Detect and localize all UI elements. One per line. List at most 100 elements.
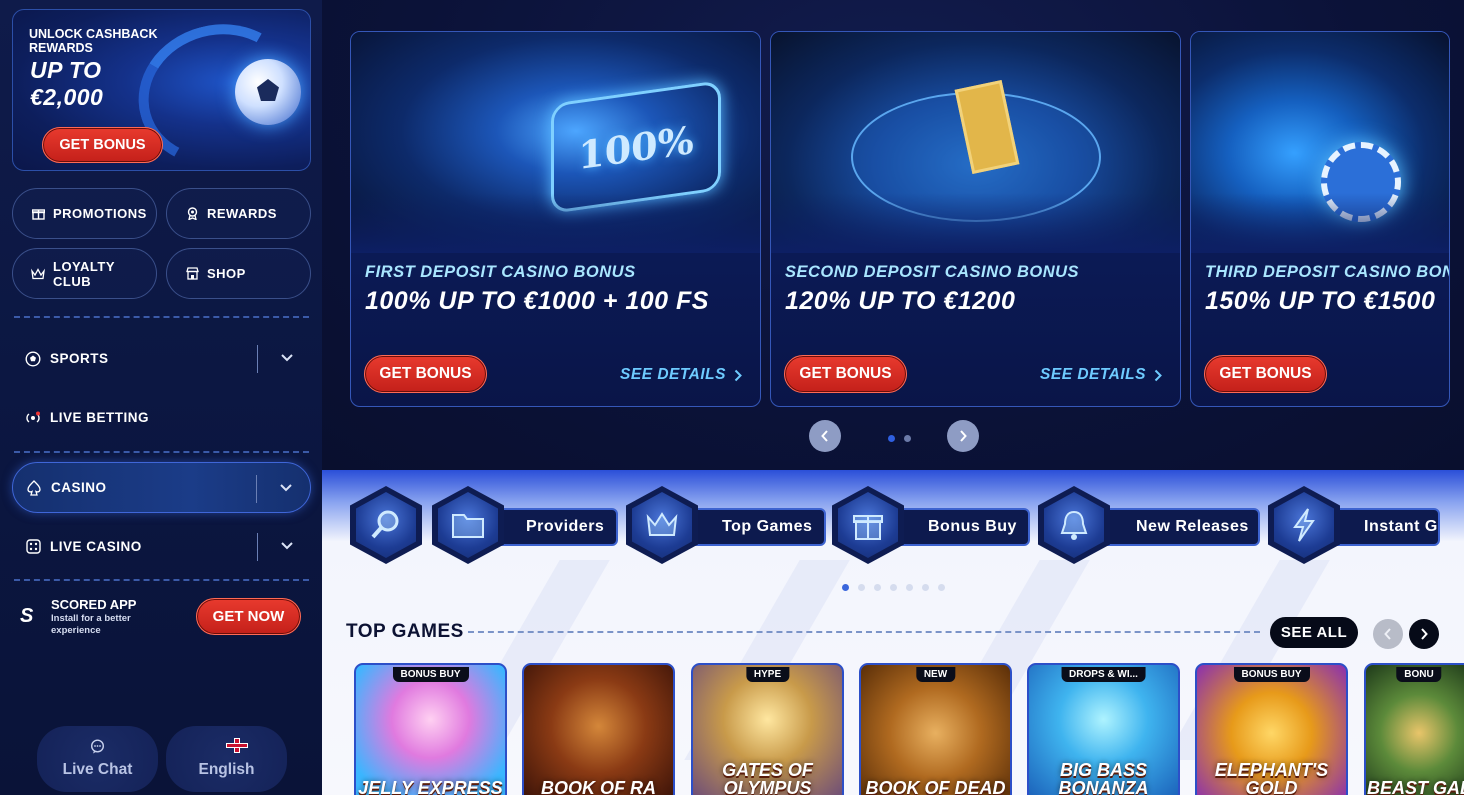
game-tile[interactable]: BOOK OF RA: [522, 663, 675, 795]
dice-icon: [24, 538, 42, 556]
category-dot[interactable]: [906, 584, 913, 591]
divider: [14, 579, 309, 581]
games-next-button[interactable]: [1409, 619, 1439, 649]
game-tile[interactable]: NEW BOOK OF DEAD: [859, 663, 1012, 795]
chevron-down-icon[interactable]: [279, 538, 295, 554]
game-title: BOOK OF RA: [541, 778, 656, 795]
category-dot[interactable]: [874, 584, 881, 591]
soccer-ball-graphic: [235, 59, 301, 125]
section-title: TOP GAMES: [346, 621, 464, 642]
category-dot-active[interactable]: [842, 584, 849, 591]
category-top-games-icon[interactable]: [626, 486, 698, 564]
promo-get-bonus-button[interactable]: GET BONUS: [784, 355, 907, 393]
game-tile[interactable]: BONUS BUY JELLY EXPRESS: [354, 663, 507, 795]
promo-card-second-deposit[interactable]: SECOND DEPOSIT CASINO BONUS 120% UP TO €…: [770, 31, 1181, 407]
category-dot[interactable]: [890, 584, 897, 591]
casino-chip-graphic: [1321, 142, 1401, 222]
live-chat-label: Live Chat: [62, 761, 133, 778]
category-dot[interactable]: [858, 584, 865, 591]
chevron-left-icon: [821, 430, 828, 442]
game-title: JELLY EXPRESS: [358, 778, 503, 795]
promo-get-bonus-button[interactable]: GET BONUS: [1204, 355, 1327, 393]
game-title: BOOK OF DEAD: [865, 778, 1006, 795]
category-label: Providers: [526, 518, 605, 535]
category-dot[interactable]: [938, 584, 945, 591]
sidebar-item-casino[interactable]: CASINO: [12, 462, 311, 513]
see-details-label: SEE DETAILS: [620, 366, 726, 383]
promo-offer: 100% UP TO €1000 + 100 FS: [365, 287, 709, 315]
carousel-prev-button[interactable]: [809, 420, 841, 452]
chat-bubble-icon: [90, 739, 105, 755]
divider: [257, 345, 258, 373]
rewards-label: REWARDS: [207, 206, 277, 221]
language-selector[interactable]: English: [166, 726, 287, 792]
live-betting-label: LIVE BETTING: [50, 410, 150, 425]
chevron-right-icon: [1154, 369, 1162, 381]
game-badge: NEW: [915, 667, 956, 682]
see-all-button[interactable]: SEE ALL: [1270, 617, 1358, 648]
category-dot[interactable]: [922, 584, 929, 591]
cashback-banner[interactable]: UNLOCK CASHBACK REWARDS UP TO €2,000 GET…: [12, 9, 311, 171]
carousel-dot-active[interactable]: [888, 435, 895, 442]
casino-app: UNLOCK CASHBACK REWARDS UP TO €2,000 GET…: [0, 0, 1464, 795]
rewards-button[interactable]: REWARDS: [166, 188, 311, 239]
game-title: ELEPHANT'S GOLD: [1214, 760, 1329, 795]
cashback-get-bonus-button[interactable]: GET BONUS: [42, 127, 163, 163]
games-prev-button[interactable]: [1373, 619, 1403, 649]
divider: [14, 451, 309, 453]
sidebar-item-sports[interactable]: SPORTS: [12, 333, 311, 384]
app-promo-title: SCORED APP: [51, 597, 137, 612]
game-tile[interactable]: BONUS BUY ELEPHANT'S GOLD: [1195, 663, 1348, 795]
see-details-link[interactable]: SEE DETAILS: [620, 366, 742, 384]
promo-card-first-deposit[interactable]: 100% FIRST DEPOSIT CASINO BONUS 100% UP …: [350, 31, 761, 407]
promotions-label: PROMOTIONS: [53, 206, 147, 221]
chevron-down-icon[interactable]: [278, 480, 294, 496]
section-divider: [468, 631, 1260, 633]
live-chat-button[interactable]: Live Chat: [37, 726, 158, 792]
language-label: English: [198, 761, 255, 778]
chevron-down-icon[interactable]: [279, 350, 295, 366]
divider: [256, 475, 257, 503]
shop-button[interactable]: SHOP: [166, 248, 311, 299]
category-bonus-buy-icon[interactable]: [832, 486, 904, 564]
scored-logo-icon: S: [20, 605, 34, 627]
sidebar-item-live-betting[interactable]: LIVE BETTING: [12, 392, 311, 443]
game-title: BEAST GAL: [1366, 778, 1464, 795]
promo-offer: 120% UP TO €1200: [785, 287, 1016, 315]
promo-get-bonus-button[interactable]: GET BONUS: [364, 355, 487, 393]
chevron-right-icon: [734, 369, 742, 381]
category-label: Bonus Buy: [928, 518, 1017, 535]
carousel-dot[interactable]: [904, 435, 911, 442]
app-promo-subtitle: Install for a better experience: [51, 613, 131, 636]
category-providers-icon[interactable]: [432, 486, 504, 564]
bell-icon: [1044, 492, 1104, 558]
sidebar-item-live-casino[interactable]: LIVE CASINO: [12, 521, 311, 572]
get-app-button[interactable]: GET NOW: [196, 598, 301, 635]
divider: [257, 533, 258, 561]
game-tile[interactable]: DROPS & WI... BIG BASS BONANZA: [1027, 663, 1180, 795]
category-new-releases-icon[interactable]: [1038, 486, 1110, 564]
main-content: 100% FIRST DEPOSIT CASINO BONUS 100% UP …: [322, 0, 1464, 795]
sidebar: UNLOCK CASHBACK REWARDS UP TO €2,000 GET…: [0, 0, 322, 795]
game-tile[interactable]: BONU BEAST GAL: [1364, 663, 1464, 795]
sports-label: SPORTS: [50, 351, 109, 366]
live-signal-icon: [24, 409, 42, 427]
loyalty-club-button[interactable]: LOYALTY CLUB: [12, 248, 157, 299]
category-label: New Releases: [1136, 518, 1249, 535]
category-label: Top Games: [722, 518, 813, 535]
app-promo: S SCORED APP Install for a better experi…: [20, 597, 310, 639]
slot-reel-graphic: 100%: [551, 80, 721, 214]
promo-card-third-deposit[interactable]: THIRD DEPOSIT CASINO BONUS 150% UP TO €1…: [1190, 31, 1450, 407]
see-details-link[interactable]: SEE DETAILS: [1040, 366, 1162, 384]
carousel-next-button[interactable]: [947, 420, 979, 452]
category-instant-games-icon[interactable]: [1268, 486, 1340, 564]
chevron-right-icon: [1421, 628, 1428, 640]
live-casino-label: LIVE CASINO: [50, 539, 142, 554]
game-tile[interactable]: HYPE GATES OF OLYMPUS: [691, 663, 844, 795]
promo-image-slot-machine: 100%: [351, 32, 760, 253]
game-badge: BONU: [1396, 667, 1442, 682]
category-search[interactable]: [350, 486, 422, 564]
loyalty-club-label: LOYALTY CLUB: [53, 258, 115, 289]
promotions-button[interactable]: PROMOTIONS: [12, 188, 157, 239]
game-badge: HYPE: [745, 667, 790, 682]
